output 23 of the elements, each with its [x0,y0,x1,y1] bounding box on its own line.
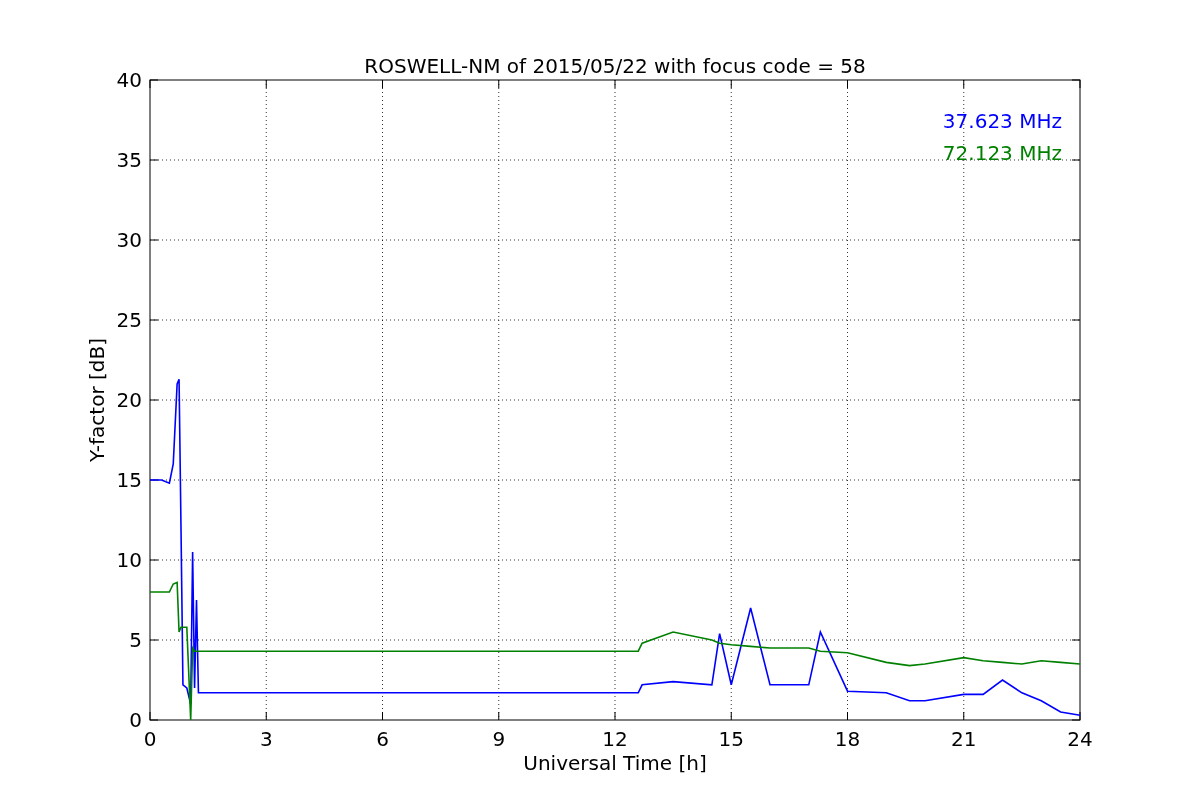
chart-title: ROSWELL-NM of 2015/05/22 with focus code = 58 [364,54,866,78]
y-tick-label: 35 [116,148,142,172]
x-tick-label: 15 [718,727,744,751]
x-tick-label: 3 [259,727,273,751]
y-axis-label: Y-factor [dB] [85,338,109,462]
x-tick-label: 21 [951,727,977,751]
x-tick-label: 18 [834,727,861,751]
legend-label: 72.123 MHz [942,141,1062,165]
y-tick-label: 10 [116,548,142,572]
y-tick-label: 40 [116,68,142,92]
x-tick-label: 0 [143,727,157,751]
y-tick-label: 5 [129,628,142,652]
x-tick-label: 24 [1067,727,1093,751]
x-tick-label: 9 [492,727,506,751]
x-tick-label: 12 [602,727,628,751]
legend-label: 37.623 MHz [942,109,1062,133]
y-tick-label: 20 [116,388,142,412]
y-tick-label: 0 [129,708,142,732]
y-tick-label: 15 [116,468,142,492]
y-tick-label: 25 [116,308,142,332]
x-tick-label: 6 [376,727,389,751]
y-tick-label: 30 [116,228,142,252]
x-axis-label: Universal Time [h] [523,751,707,775]
